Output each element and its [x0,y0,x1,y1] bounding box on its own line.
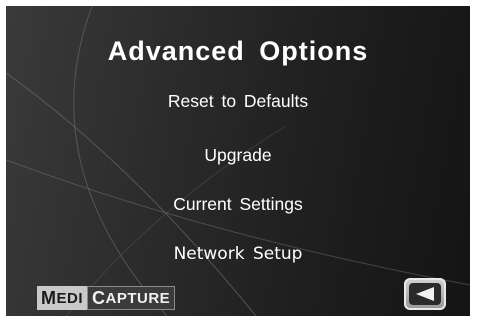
logo-capture-rest: APTURE [105,289,171,307]
logo-capture-initial: C [92,287,106,308]
medicapture-logo: M EDI C APTURE [37,286,176,310]
page-title: Advanced Options [107,36,369,66]
logo-medi: M EDI [37,286,88,310]
back-button-face [409,283,441,305]
logo-medi-rest: EDI [56,289,84,307]
left-arrow-icon [416,287,434,301]
network-setup-button[interactable]: Network Setup [6,241,470,267]
upgrade-button[interactable]: Upgrade [6,142,470,169]
back-button[interactable] [404,278,446,310]
reset-to-defaults-button[interactable]: Reset to Defaults [6,88,470,115]
logo-capture: C APTURE [87,286,176,310]
logo-medi-initial: M [41,287,57,308]
advanced-options-screen: Advanced Options Reset to Defaults Upgra… [6,6,470,316]
current-settings-button[interactable]: Current Settings [6,191,470,218]
